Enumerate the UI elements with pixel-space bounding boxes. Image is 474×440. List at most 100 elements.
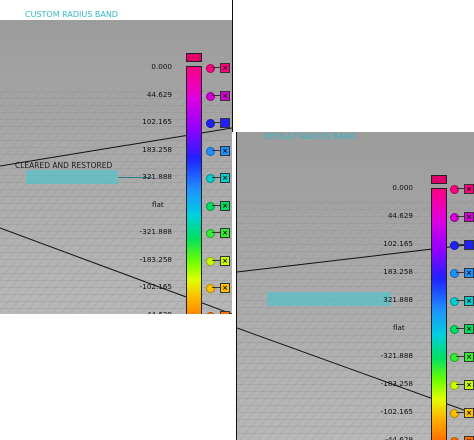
- color-dot-icon: [206, 284, 215, 293]
- scale-label: 321.888: [142, 172, 172, 181]
- x-icon[interactable]: ×: [220, 63, 230, 73]
- color-dot-icon: [450, 241, 459, 250]
- color-cap[interactable]: [186, 53, 202, 62]
- connector-line: [456, 300, 464, 301]
- connector-line: [212, 94, 220, 96]
- color-stop-marker[interactable]: ×: [450, 380, 474, 390]
- scale-label: flat: [393, 323, 405, 332]
- color-stop-marker[interactable]: ×: [450, 408, 474, 418]
- connector-line: [212, 149, 220, 151]
- x-icon[interactable]: ×: [464, 436, 474, 440]
- connector-line: [212, 204, 220, 206]
- scale-label: -44.629: [144, 309, 172, 315]
- color-dot-icon: [450, 353, 459, 362]
- color-dot-icon: [206, 91, 215, 101]
- scale-label: -183.258: [380, 379, 413, 388]
- connector-line: [456, 188, 464, 189]
- x-icon[interactable]: ×: [220, 283, 230, 293]
- square-icon[interactable]: [464, 240, 474, 250]
- color-stop-marker[interactable]: [450, 240, 474, 250]
- color-stop-marker[interactable]: ×: [450, 436, 474, 440]
- color-stop-marker[interactable]: ×: [450, 296, 474, 306]
- x-icon[interactable]: ×: [464, 352, 474, 362]
- color-stop-marker[interactable]: ×: [206, 90, 230, 101]
- viewport-default-radius-band[interactable]: DEFAULT RADIUS BAND 0.000 44.629 102.165 18…: [236, 132, 474, 440]
- panel-divider: [232, 0, 233, 132]
- scale-label: 183.258: [383, 267, 413, 276]
- connector-line: [456, 328, 464, 329]
- scale-label: -102.165: [380, 407, 413, 416]
- color-stop-marker[interactable]: ×: [450, 324, 474, 334]
- viewport-custom-radius-band[interactable]: CUSTOM RADIUS BAND CLEARED AND RESTORED …: [0, 0, 232, 314]
- x-icon[interactable]: ×: [464, 408, 474, 418]
- scale-label: 183.258: [142, 144, 172, 154]
- color-stop-marker[interactable]: ×: [206, 228, 230, 238]
- connector-line: [456, 384, 464, 385]
- color-scale-bar[interactable]: [431, 188, 447, 440]
- color-dot-icon: [206, 146, 215, 156]
- color-stop-marker[interactable]: [206, 118, 230, 128]
- color-dot-icon: [206, 174, 215, 183]
- x-icon[interactable]: ×: [220, 173, 230, 183]
- color-cap[interactable]: [431, 175, 447, 184]
- color-dot-icon: [450, 185, 459, 194]
- scale-label: -183.258: [139, 254, 172, 264]
- x-icon[interactable]: ×: [220, 200, 230, 211]
- color-dot-icon: [206, 201, 215, 211]
- color-dot-icon: [206, 229, 215, 238]
- scale-label: 102.165: [383, 239, 413, 248]
- connector-line: [212, 177, 220, 178]
- color-dot-icon: [206, 256, 215, 266]
- color-dot-icon: [206, 119, 215, 128]
- connector-line: [456, 412, 464, 413]
- connector-line: [212, 122, 220, 123]
- connector-line: [212, 259, 220, 261]
- x-icon[interactable]: ×: [464, 324, 474, 334]
- x-icon[interactable]: ×: [464, 212, 474, 222]
- color-stop-marker[interactable]: ×: [206, 173, 230, 183]
- scale-label: 44.629: [146, 89, 172, 99]
- x-icon[interactable]: ×: [220, 90, 230, 101]
- x-icon[interactable]: ×: [220, 255, 230, 266]
- x-icon[interactable]: ×: [220, 228, 230, 238]
- color-stop-marker[interactable]: ×: [206, 310, 230, 314]
- color-dot-icon: [450, 269, 459, 278]
- connector-line: [456, 244, 464, 245]
- color-dot-icon: [450, 409, 459, 418]
- x-icon[interactable]: ×: [464, 380, 474, 390]
- color-stop-marker[interactable]: ×: [206, 200, 230, 211]
- scale-label: 0.000: [151, 62, 172, 71]
- color-stop-marker[interactable]: ×: [206, 145, 230, 156]
- color-stop-marker[interactable]: ×: [450, 268, 474, 278]
- radius-band[interactable]: [26, 170, 118, 184]
- panel-title: CUSTOM RADIUS BAND: [25, 10, 118, 19]
- square-icon[interactable]: [220, 118, 230, 128]
- color-stop-marker[interactable]: ×: [206, 283, 230, 293]
- scale-label: flat: [152, 199, 164, 209]
- x-icon[interactable]: ×: [220, 145, 230, 156]
- callout-label: CLEARED AND RESTORED: [15, 161, 113, 170]
- x-icon[interactable]: ×: [220, 310, 230, 314]
- color-dot-icon: [450, 297, 459, 306]
- color-scale-bar[interactable]: [186, 66, 202, 314]
- color-dot-icon: [450, 381, 459, 390]
- scale-label: 102.165: [142, 117, 172, 126]
- color-stop-marker[interactable]: ×: [206, 63, 230, 73]
- connector-line: [212, 67, 220, 68]
- connector-line: [212, 232, 220, 233]
- color-stop-marker[interactable]: ×: [450, 212, 474, 222]
- color-stop-marker[interactable]: ×: [450, 184, 474, 194]
- x-icon[interactable]: ×: [464, 296, 474, 306]
- scale-label: 0.000: [392, 183, 413, 192]
- scale-label: -44.629: [385, 435, 413, 440]
- color-stop-marker[interactable]: ×: [206, 255, 230, 266]
- x-icon[interactable]: ×: [464, 268, 474, 278]
- color-dot-icon: [206, 64, 215, 73]
- scale-label: -102.165: [139, 282, 172, 291]
- connector-line: [212, 287, 220, 288]
- scale-label: -321.888: [380, 351, 413, 360]
- connector-line: [456, 272, 464, 273]
- color-dot-icon: [450, 213, 459, 222]
- color-stop-marker[interactable]: ×: [450, 352, 474, 362]
- x-icon[interactable]: ×: [464, 184, 474, 194]
